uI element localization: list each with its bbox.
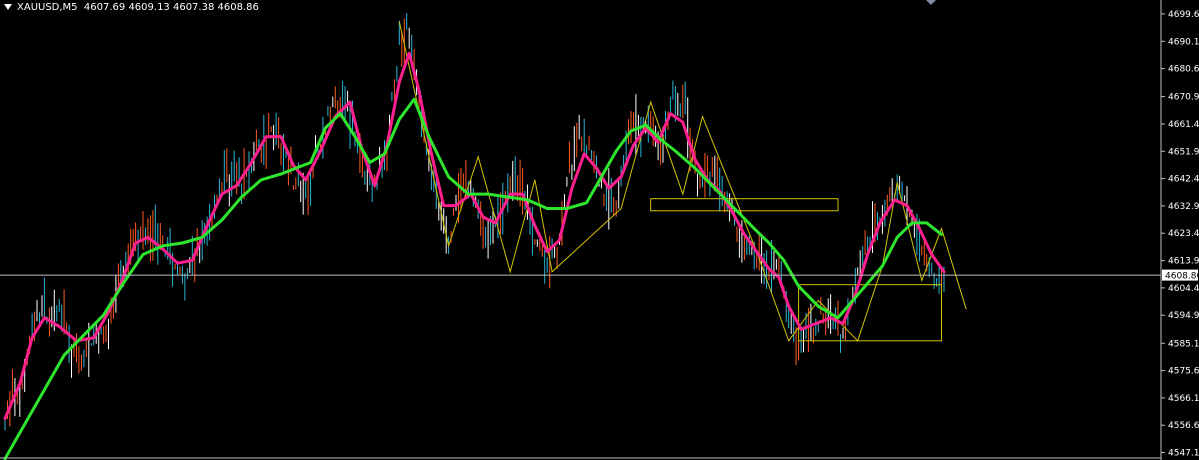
- price-tick-label: 4670.90: [1168, 93, 1199, 103]
- slow-ma-line: [3, 97, 943, 460]
- chart-header: XAUUSD,M5 4607.69 4609.13 4607.38 4608.8…: [4, 2, 259, 13]
- price-tick-label: 4575.65: [1168, 367, 1199, 377]
- range-rectangle: [650, 198, 839, 212]
- zigzag-layer: [398, 21, 967, 342]
- price-tick-label: 4594.90: [1168, 311, 1199, 321]
- scroll-marker-icon: [926, 0, 936, 5]
- candles-layer: [4, 13, 945, 431]
- price-tick-label: 4680.65: [1168, 65, 1199, 75]
- price-tick-label: 4632.90: [1168, 202, 1199, 212]
- price-tick-label: 4566.15: [1168, 394, 1199, 404]
- moving-averages-layer: [3, 51, 946, 460]
- dropdown-triangle-icon[interactable]: [4, 4, 12, 10]
- price-tick-label: 4661.40: [1168, 120, 1199, 130]
- price-tick-label: 4651.90: [1168, 147, 1199, 157]
- price-tick-label: 4642.40: [1168, 175, 1199, 185]
- price-tick-label: 4585.15: [1168, 339, 1199, 349]
- price-tick-label: 4556.65: [1168, 421, 1199, 431]
- chart-window[interactable]: 4699.65 4690.15 4680.65 4670.90 4661.40 4651.…: [0, 0, 1199, 460]
- price-tick-label: 4623.40: [1168, 229, 1199, 239]
- price-tick-label: 4699.65: [1168, 10, 1199, 20]
- range-rectangle: [798, 284, 942, 342]
- symbol-label: XAUUSD,M5: [17, 2, 78, 13]
- zigzag-line: [398, 21, 967, 342]
- scroll-marker-layer: [926, 0, 936, 5]
- price-axis: 4699.65 4690.15 4680.65 4670.90 4661.40 4651.…: [0, 0, 1199, 460]
- price-tick-label: 4547.15: [1168, 449, 1199, 459]
- price-tick-label: 4613.90: [1168, 257, 1199, 267]
- ohlc-label: 4607.69 4609.13 4607.38 4608.86: [83, 2, 259, 13]
- price-tick-label: 4604.40: [1168, 284, 1199, 294]
- price-chart[interactable]: 4699.65 4690.15 4680.65 4670.90 4661.40 4651.…: [0, 0, 1199, 460]
- current-price-label: 4608.86: [1165, 272, 1199, 282]
- price-tick-label: 4690.15: [1168, 37, 1199, 47]
